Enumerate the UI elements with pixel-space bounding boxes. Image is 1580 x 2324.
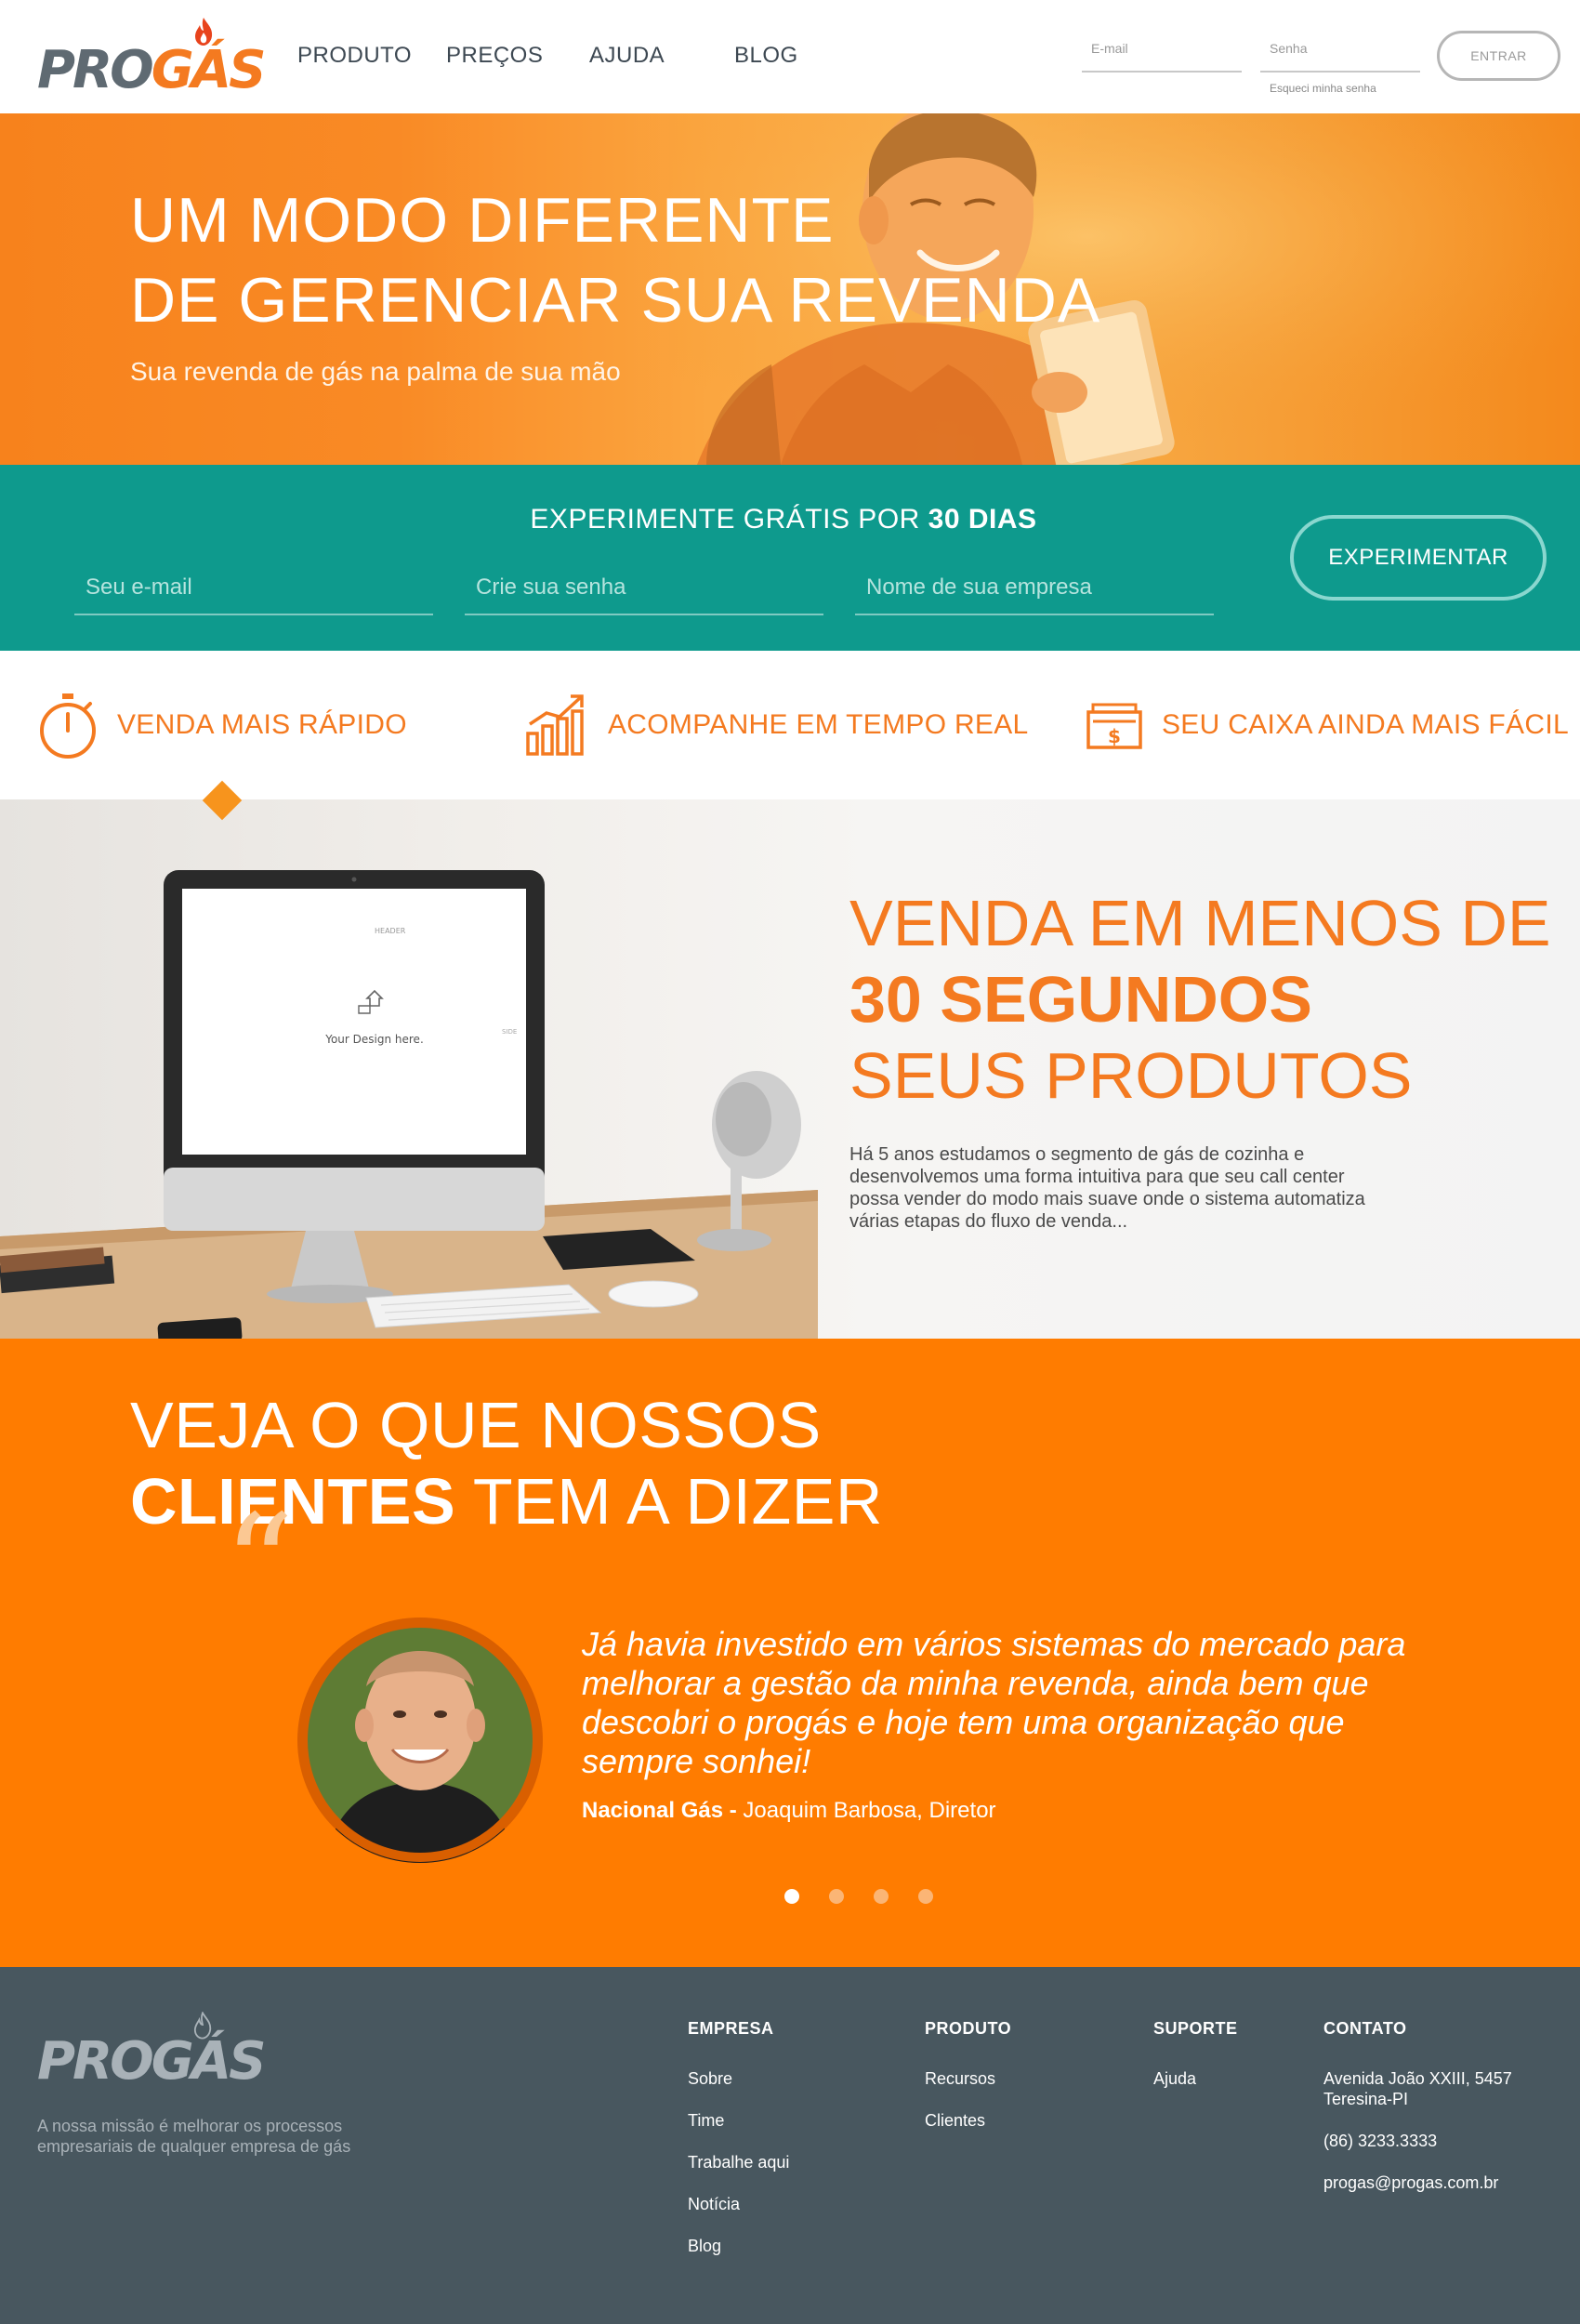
- footer-link-noticia[interactable]: Notícia: [688, 2194, 789, 2214]
- stopwatch-icon: [40, 693, 96, 759]
- footer-col-title: CONTATO: [1323, 2019, 1407, 2038]
- product-section: HEADER Your Design here. SIDE VENDA EM M…: [0, 799, 1580, 1339]
- header: PROGÁS PRODUTO PREÇOS AJUDA BLOG E-mail …: [0, 0, 1580, 113]
- product-headline-line3: SEUS PRODUTOS: [849, 1039, 1413, 1112]
- login-password-field[interactable]: Senha: [1260, 37, 1420, 73]
- product-headline-bold: 30 SEGUNDOS: [849, 963, 1312, 1036]
- trial-email-input[interactable]: Seu e-mail: [74, 567, 433, 615]
- footer-link-sobre[interactable]: Sobre: [688, 2068, 789, 2089]
- footer-col-suporte: SUPORTE Ajuda: [1153, 2019, 1238, 2110]
- trial-email-placeholder: Seu e-mail: [86, 574, 192, 600]
- product-headline: VENDA EM MENOS DE 30 SEGUNDOS SEUS PRODUTO…: [849, 885, 1551, 1114]
- nav-item-precos[interactable]: PREÇOS: [446, 43, 543, 69]
- hero-title-line2: DE GERENCIAR SUA REVENDA: [130, 265, 1101, 336]
- growth-chart-icon: [526, 694, 584, 756]
- carousel-dot-3[interactable]: [874, 1889, 889, 1904]
- footer-col-empresa: EMPRESA Sobre Time Trabalhe aqui Notícia…: [688, 2019, 789, 2278]
- footer-link-recursos[interactable]: Recursos: [925, 2068, 1011, 2089]
- imac-screen-text: Your Design here.: [324, 1033, 424, 1046]
- feature-label-caixa: SEU CAIXA AINDA MAIS FÁCIL: [1162, 709, 1569, 740]
- login-email-field[interactable]: E-mail: [1082, 37, 1242, 73]
- footer-col-contato: CONTATO Avenida João XXIII, 5457 Teresin…: [1323, 2019, 1556, 2214]
- footer-col-title: PRODUTO: [925, 2019, 1012, 2038]
- feature-tab-venda[interactable]: VENDA MAIS RÁPIDO: [37, 688, 407, 762]
- forgot-password-link[interactable]: Esqueci minha senha: [1270, 82, 1376, 95]
- customer-avatar: [297, 1618, 543, 1863]
- nav-item-blog[interactable]: BLOG: [734, 43, 798, 69]
- footer-link-trabalhe[interactable]: Trabalhe aqui: [688, 2152, 789, 2172]
- carousel-dot-4[interactable]: [918, 1889, 933, 1904]
- quote-mark-icon: “: [223, 1486, 295, 1647]
- trial-title-prefix: EXPERIMENTE GRÁTIS POR: [530, 504, 920, 535]
- footer-mission: A nossa missão é melhorar os processos e…: [37, 2117, 351, 2156]
- footer-phone[interactable]: (86) 3233.3333: [1323, 2131, 1556, 2151]
- footer-logo[interactable]: PROGÁS: [37, 2012, 266, 2095]
- trial-company-input[interactable]: Nome de sua empresa: [855, 567, 1214, 615]
- login-email-placeholder: E-mail: [1091, 41, 1128, 56]
- footer-col-title: SUPORTE: [1153, 2019, 1238, 2038]
- svg-text:$: $: [1108, 725, 1121, 747]
- hero-banner: UM MODO DIFERENTE DE GERENCIAR SUA REVEND…: [0, 113, 1580, 465]
- product-description: Há 5 anos estudamos o segmento de gás de…: [849, 1144, 1365, 1232]
- cash-register-icon: $: [1086, 703, 1142, 749]
- carousel-dot-1[interactable]: [784, 1889, 799, 1904]
- login-password-placeholder: Senha: [1270, 41, 1308, 56]
- testimonial-author: Nacional Gás - Joaquim Barbosa, Diretor: [582, 1798, 996, 1824]
- hero-title: UM MODO DIFERENTE DE GERENCIAR SUA REVEND…: [130, 180, 1100, 340]
- svg-text:HEADER: HEADER: [375, 927, 406, 935]
- footer-col-title: EMPRESA: [688, 2019, 774, 2038]
- footer-link-clientes[interactable]: Clientes: [925, 2110, 1011, 2131]
- trial-title-bold: 30 DIAS: [928, 504, 1037, 535]
- trial-company-placeholder: Nome de sua empresa: [866, 574, 1092, 600]
- svg-text:SIDE: SIDE: [502, 1028, 517, 1036]
- footer-link-ajuda[interactable]: Ajuda: [1153, 2068, 1238, 2089]
- trial-password-placeholder: Crie sua senha: [476, 574, 626, 600]
- footer-link-blog[interactable]: Blog: [688, 2236, 789, 2256]
- product-headline-line1: VENDA EM MENOS DE: [849, 887, 1551, 959]
- footer: PROGÁS A nossa missão é melhorar os proc…: [0, 1967, 1580, 2324]
- login-button[interactable]: ENTRAR: [1437, 31, 1560, 81]
- footer-col-produto: PRODUTO Recursos Clientes: [925, 2019, 1011, 2152]
- features-bar: VENDA MAIS RÁPIDO ACOMPANHE EM TEMPO REA…: [0, 651, 1580, 799]
- footer-logo-text-gas: GÁS: [151, 2031, 267, 2092]
- logo-text-pro: PRO: [37, 40, 154, 100]
- hero-title-line1: UM MODO DIFERENTE: [130, 185, 835, 256]
- testimonials-heading-rest: TEM A DIZER: [472, 1465, 883, 1538]
- nav-item-ajuda[interactable]: AJUDA: [589, 43, 665, 69]
- imac-desk-photo: HEADER Your Design here. SIDE: [0, 870, 818, 1339]
- feature-label-acompanhe: ACOMPANHE EM TEMPO REAL: [608, 709, 1029, 740]
- feature-tab-caixa[interactable]: $ SEU CAIXA AINDA MAIS FÁCIL: [1086, 688, 1569, 762]
- footer-logo-text-pro: PRO: [37, 2031, 154, 2092]
- experimentar-button[interactable]: EXPERIMENTAR: [1290, 515, 1547, 601]
- feature-label-venda: VENDA MAIS RÁPIDO: [117, 709, 407, 740]
- footer-email[interactable]: progas@progas.com.br: [1323, 2172, 1556, 2193]
- logo-text-gas: GÁS: [151, 40, 267, 100]
- testimonials-section: VEJA O QUE NOSSOS CLIENTES TEM A DIZER “ …: [0, 1339, 1580, 1967]
- testimonial-company: Nacional Gás -: [582, 1798, 737, 1823]
- carousel-dot-2[interactable]: [829, 1889, 844, 1904]
- footer-link-time[interactable]: Time: [688, 2110, 789, 2131]
- feature-tab-acompanhe[interactable]: ACOMPANHE EM TEMPO REAL: [524, 688, 1029, 762]
- testimonial-author-name: Joaquim Barbosa, Diretor: [743, 1798, 996, 1823]
- testimonial-quote: Já havia investido em vários sistemas do…: [582, 1625, 1406, 1780]
- trial-password-input[interactable]: Crie sua senha: [465, 567, 823, 615]
- testimonials-heading-line1: VEJA O QUE NOSSOS: [130, 1389, 822, 1461]
- progas-logo[interactable]: PROGÁS: [37, 17, 266, 100]
- footer-address: Avenida João XXIII, 5457 Teresina-PI: [1323, 2069, 1512, 2108]
- hero-subtitle: Sua revenda de gás na palma de sua mão: [130, 357, 621, 386]
- nav-item-produto[interactable]: PRODUTO: [297, 43, 412, 69]
